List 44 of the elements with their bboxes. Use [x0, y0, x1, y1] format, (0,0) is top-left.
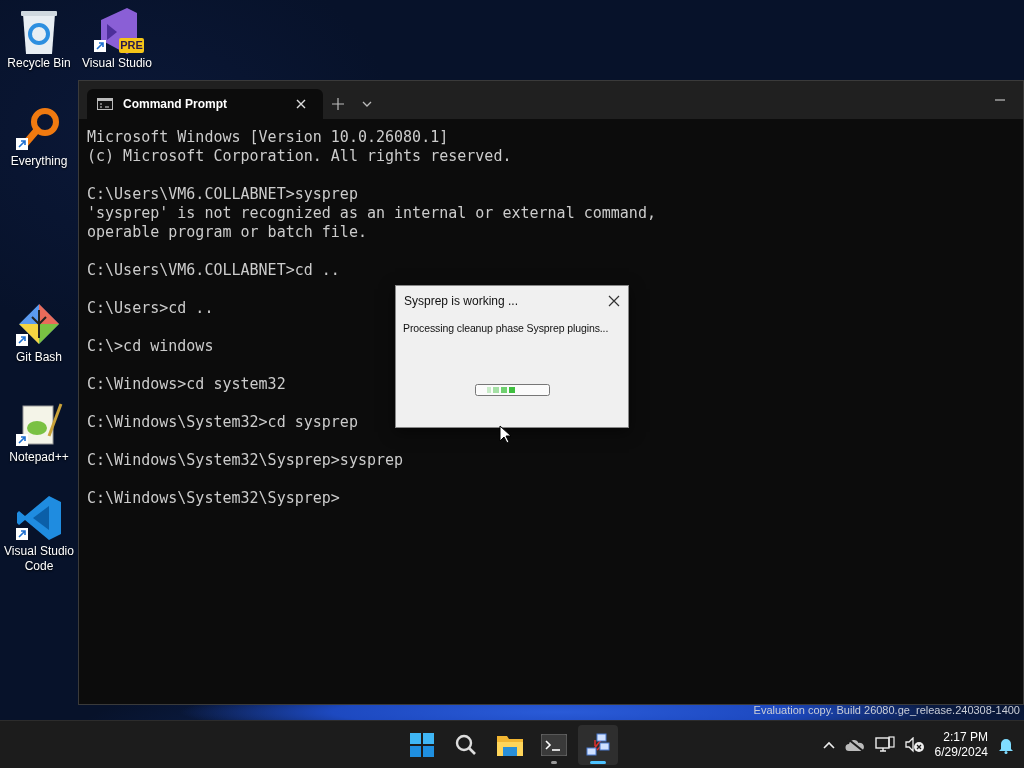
taskbar-app-button[interactable]	[578, 725, 618, 765]
close-icon	[296, 99, 306, 109]
clock[interactable]: 2:17 PM 6/29/2024	[934, 730, 988, 760]
minimize-icon	[995, 99, 1005, 101]
console-line: C:\Windows\System32>cd sysprep	[87, 413, 358, 432]
build-info-text: Evaluation copy. Build 26080.ge_release.240308-1400	[753, 704, 1020, 717]
time-text: 2:17 PM	[943, 730, 988, 745]
folder-icon	[497, 734, 523, 756]
bell-icon[interactable]	[998, 736, 1014, 754]
command-prompt-icon	[97, 98, 113, 110]
console-line: (c) Microsoft Corporation. All rights reserved.	[87, 147, 512, 166]
dialog-message: Processing cleanup phase Sysprep plugins...	[402, 321, 610, 334]
console-line: C:\Users>cd ..	[87, 299, 214, 318]
cloud-off-icon[interactable]	[844, 738, 865, 752]
desktop-icon-label[interactable]: Everything	[10, 154, 68, 169]
terminal-tab[interactable]: Command Prompt	[87, 89, 323, 119]
chevron-down-icon	[362, 101, 372, 107]
desktop-icon-label[interactable]: Visual Studio Code	[0, 544, 78, 574]
plus-icon	[332, 98, 344, 110]
mouse-pointer-icon	[499, 425, 511, 444]
desktop-icon-label[interactable]: Notepad++	[9, 450, 69, 465]
console-line: C:\Users\VM6.COLLABNET>sysprep	[87, 185, 358, 204]
dialog-title: Sysprep is working ...	[404, 294, 519, 308]
console-line: C:\Users\VM6.COLLABNET>cd ..	[87, 261, 340, 280]
desktop-icon-label[interactable]: Recycle Bin	[7, 56, 71, 71]
console-line: operable program or batch file.	[87, 223, 367, 242]
chevron-up-icon[interactable]	[822, 741, 835, 749]
desktop-icon-label[interactable]: Visual Studio	[82, 56, 152, 71]
desktop-icon-label[interactable]: Git Bash	[16, 350, 62, 365]
date-text: 6/29/2024	[934, 745, 988, 760]
network-computers-icon	[585, 732, 611, 758]
console-line: Microsoft Windows [Version 10.0.26080.1]	[87, 128, 449, 147]
console-line: C:\Windows>cd system32	[87, 375, 286, 394]
console-line: C:\Windows\System32\Sysprep>sysprep	[87, 451, 404, 470]
terminal-icon	[541, 734, 567, 756]
speaker-muted-icon[interactable]	[904, 737, 925, 753]
console-line: 'sysprep' is not recognized as an internal or external command,	[87, 204, 656, 223]
console-line: C:\>cd windows	[87, 337, 214, 356]
windows-logo-icon	[410, 733, 434, 757]
search-icon	[454, 733, 478, 757]
close-icon	[608, 295, 620, 307]
console-line: C:\Windows\System32\Sysprep>	[87, 489, 340, 508]
network-icon[interactable]	[874, 736, 895, 754]
preview-badge: PRE	[119, 38, 144, 53]
